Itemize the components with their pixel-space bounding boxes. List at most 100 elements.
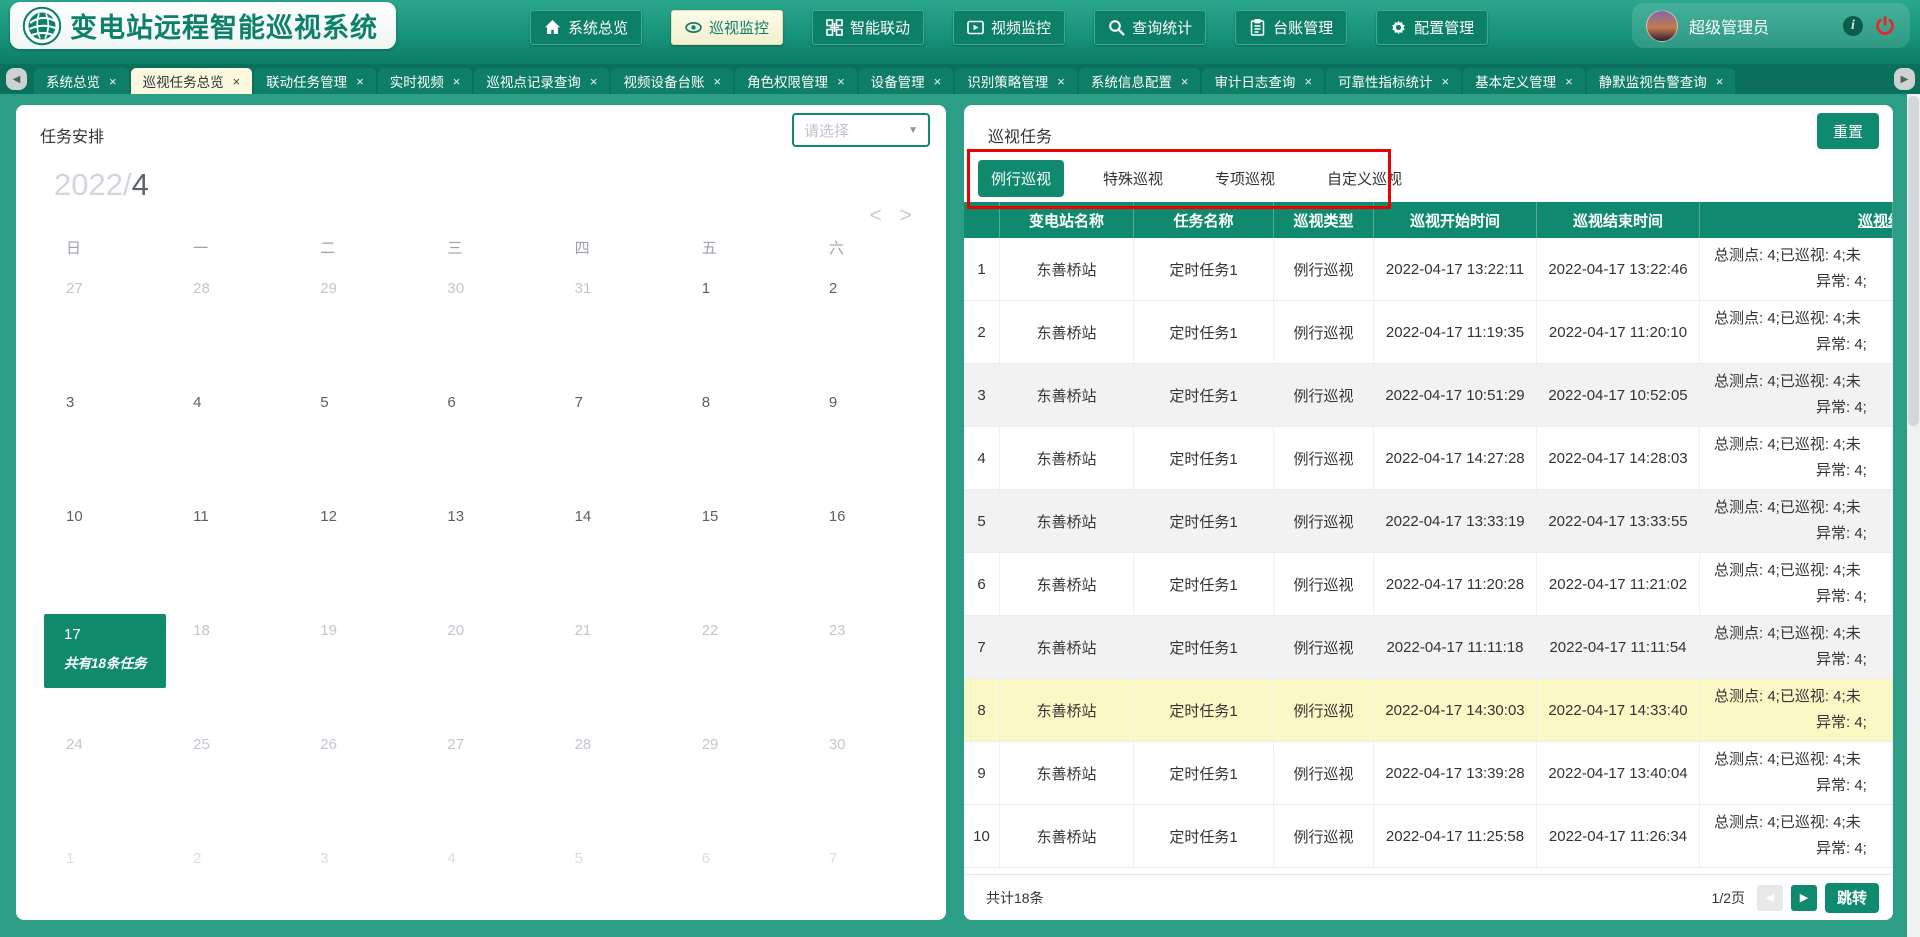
calendar-day[interactable]: 1 [40, 842, 167, 920]
tab-巡视点记录查询[interactable]: 巡视点记录查询× [474, 68, 609, 94]
table-row[interactable]: 7东善桥站定时任务1例行巡视2022-04-17 11:11:182022-04… [964, 616, 1893, 679]
calendar-day[interactable]: 30 [421, 272, 548, 386]
calendar-day[interactable]: 26 [294, 728, 421, 842]
calendar-day[interactable]: 21 [549, 614, 676, 728]
calendar-day[interactable]: 19 [294, 614, 421, 728]
calendar-day[interactable]: 4 [421, 842, 548, 920]
close-icon[interactable]: × [1057, 75, 1065, 88]
close-icon[interactable]: × [1565, 75, 1573, 88]
station-select[interactable]: 请选择 ▼ [792, 113, 930, 147]
calendar-day[interactable]: 23 [803, 614, 930, 728]
close-icon[interactable]: × [1442, 75, 1450, 88]
calendar-day[interactable]: 8 [676, 386, 803, 500]
calendar-day[interactable]: 7 [803, 842, 930, 920]
close-icon[interactable]: × [356, 75, 364, 88]
filter-例行巡视[interactable]: 例行巡视 [978, 160, 1064, 197]
table-row[interactable]: 5东善桥站定时任务1例行巡视2022-04-17 13:33:192022-04… [964, 490, 1893, 553]
calendar-day[interactable]: 9 [803, 386, 930, 500]
tab-scroll-right-icon[interactable]: ▶ [1894, 68, 1915, 90]
user-avatar[interactable] [1646, 10, 1678, 42]
calendar-day[interactable]: 2 [167, 842, 294, 920]
calendar-day[interactable]: 11 [167, 500, 294, 614]
calendar-day[interactable]: 2 [803, 272, 930, 386]
calendar-prev-icon[interactable]: < [869, 205, 881, 226]
calendar-day[interactable]: 6 [676, 842, 803, 920]
close-icon[interactable]: × [837, 75, 845, 88]
nav-button[interactable]: 智能联动 [812, 10, 924, 45]
tab-基本定义管理[interactable]: 基本定义管理× [1463, 68, 1585, 94]
reset-button[interactable]: 重置 [1817, 113, 1879, 149]
nav-button[interactable]: 查询统计 [1094, 10, 1206, 45]
table-row[interactable]: 4东善桥站定时任务1例行巡视2022-04-17 14:27:282022-04… [964, 427, 1893, 490]
calendar-day-selected[interactable]: 17共有18条任务 [40, 614, 167, 728]
close-icon[interactable]: × [453, 75, 461, 88]
calendar-day[interactable]: 12 [294, 500, 421, 614]
close-icon[interactable]: × [1181, 75, 1189, 88]
nav-button[interactable]: 视频监控 [953, 10, 1065, 45]
calendar-day[interactable]: 16 [803, 500, 930, 614]
tab-视频设备台账[interactable]: 视频设备台账× [611, 68, 733, 94]
calendar-day[interactable]: 27 [421, 728, 548, 842]
tab-scroll-left-icon[interactable]: ◀ [6, 68, 27, 90]
calendar-day[interactable]: 27 [40, 272, 167, 386]
tab-可靠性指标统计[interactable]: 可靠性指标统计× [1326, 68, 1461, 94]
table-row[interactable]: 1东善桥站定时任务1例行巡视2022-04-17 13:22:112022-04… [964, 238, 1893, 301]
calendar-day[interactable]: 28 [167, 272, 294, 386]
table-row[interactable]: 6东善桥站定时任务1例行巡视2022-04-17 11:20:282022-04… [964, 553, 1893, 616]
next-page-icon[interactable]: ▶ [1791, 885, 1817, 911]
calendar-day[interactable]: 18 [167, 614, 294, 728]
calendar-day[interactable]: 29 [676, 728, 803, 842]
calendar-day[interactable]: 3 [40, 386, 167, 500]
calendar-next-icon[interactable]: > [900, 205, 912, 226]
nav-button[interactable]: 系统总览 [530, 10, 642, 45]
calendar-day[interactable]: 5 [549, 842, 676, 920]
table-row[interactable]: 2东善桥站定时任务1例行巡视2022-04-17 11:19:352022-04… [964, 301, 1893, 364]
close-icon[interactable]: × [1716, 75, 1724, 88]
nav-button[interactable]: 台账管理 [1235, 10, 1347, 45]
table-row[interactable]: 3东善桥站定时任务1例行巡视2022-04-17 10:51:292022-04… [964, 364, 1893, 427]
nav-button[interactable]: 巡视监控 [671, 10, 783, 45]
calendar-day[interactable]: 25 [167, 728, 294, 842]
tab-系统信息配置[interactable]: 系统信息配置× [1079, 68, 1201, 94]
tab-设备管理[interactable]: 设备管理× [859, 68, 954, 94]
close-icon[interactable]: × [590, 75, 598, 88]
nav-button[interactable]: 配置管理 [1376, 10, 1488, 45]
close-icon[interactable]: × [713, 75, 721, 88]
tab-静默监视告警查询[interactable]: 静默监视告警查询× [1587, 68, 1736, 94]
close-icon[interactable]: × [934, 75, 942, 88]
calendar-day[interactable]: 4 [167, 386, 294, 500]
tab-审计日志查询[interactable]: 审计日志查询× [1202, 68, 1324, 94]
filter-特殊巡视[interactable]: 特殊巡视 [1090, 160, 1176, 197]
page-scrollbar-thumb[interactable] [1908, 96, 1919, 426]
calendar-day[interactable]: 13 [421, 500, 548, 614]
calendar-day[interactable]: 3 [294, 842, 421, 920]
calendar-day[interactable]: 10 [40, 500, 167, 614]
jump-button[interactable]: 跳转 [1825, 883, 1879, 913]
calendar-day[interactable]: 29 [294, 272, 421, 386]
close-icon[interactable]: × [109, 75, 117, 88]
table-row[interactable]: 10东善桥站定时任务1例行巡视2022-04-17 11:25:582022-0… [964, 805, 1893, 868]
prev-page-icon[interactable]: ◀ [1757, 885, 1783, 911]
info-icon[interactable]: i [1843, 16, 1863, 36]
calendar-day[interactable]: 20 [421, 614, 548, 728]
calendar-day[interactable]: 31 [549, 272, 676, 386]
tab-联动任务管理[interactable]: 联动任务管理× [254, 68, 376, 94]
table-row[interactable]: 8东善桥站定时任务1例行巡视2022-04-17 14:30:032022-04… [964, 679, 1893, 742]
table-row[interactable]: 9东善桥站定时任务1例行巡视2022-04-17 13:39:282022-04… [964, 742, 1893, 805]
tab-角色权限管理[interactable]: 角色权限管理× [735, 68, 857, 94]
calendar-day[interactable]: 7 [549, 386, 676, 500]
calendar-day[interactable]: 22 [676, 614, 803, 728]
calendar-day[interactable]: 15 [676, 500, 803, 614]
calendar-day[interactable]: 24 [40, 728, 167, 842]
power-icon[interactable] [1874, 15, 1896, 37]
filter-自定义巡视[interactable]: 自定义巡视 [1314, 160, 1415, 197]
calendar-day[interactable]: 14 [549, 500, 676, 614]
calendar-day[interactable]: 30 [803, 728, 930, 842]
calendar-day[interactable]: 28 [549, 728, 676, 842]
close-icon[interactable]: × [233, 75, 241, 88]
calendar-day[interactable]: 5 [294, 386, 421, 500]
tab-巡视任务总览[interactable]: 巡视任务总览× [131, 68, 253, 94]
tab-系统总览[interactable]: 系统总览× [34, 68, 129, 94]
calendar-day[interactable]: 1 [676, 272, 803, 386]
tab-识别策略管理[interactable]: 识别策略管理× [955, 68, 1077, 94]
